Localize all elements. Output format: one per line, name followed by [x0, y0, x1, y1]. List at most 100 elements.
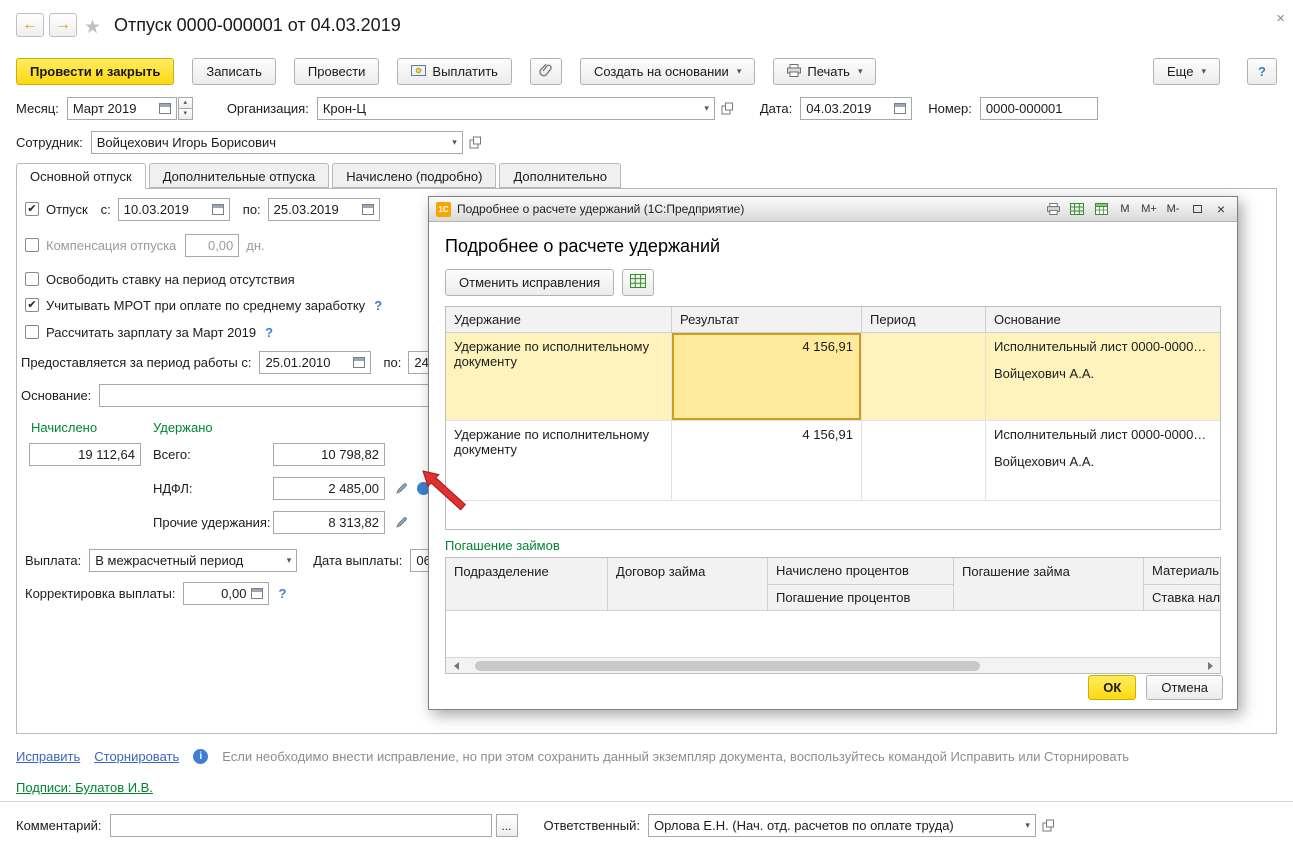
employee-input[interactable]: Войцехович Игорь Борисович ▾: [91, 131, 463, 154]
print-icon[interactable]: [1044, 201, 1062, 218]
compensation-input[interactable]: 0,00: [185, 234, 239, 257]
post-and-close-button[interactable]: Провести и закрыть: [16, 58, 174, 85]
calendar-grid-icon[interactable]: [1092, 201, 1110, 218]
favorite-star-icon[interactable]: ★: [84, 16, 101, 39]
memory-m-button[interactable]: M: [1116, 201, 1134, 218]
calc-salary-help-link[interactable]: ?: [265, 325, 273, 340]
result-cell-selected[interactable]: 4 156,91: [672, 333, 862, 421]
basis-input[interactable]: [99, 384, 431, 407]
column-header[interactable]: Основание: [986, 307, 1220, 333]
ndfl-input[interactable]: 2 485,00: [273, 477, 385, 500]
tab-additional-vacations[interactable]: Дополнительные отпуска: [149, 163, 330, 188]
accrued-input[interactable]: 19 112,64: [29, 443, 141, 466]
back-button[interactable]: ←: [16, 13, 44, 37]
vacation-checkbox[interactable]: ✔: [25, 202, 39, 216]
calc-salary-checkbox[interactable]: [25, 325, 39, 339]
recalc-table-button[interactable]: [622, 269, 654, 296]
responsible-input[interactable]: Орлова Е.Н. (Нач. отд. расчетов по оплат…: [648, 814, 1036, 837]
period-cell[interactable]: [862, 421, 986, 501]
signatures-link[interactable]: Подписи: Булатов И.В.: [16, 780, 153, 795]
tab-accrued-detail[interactable]: Начислено (подробно): [332, 163, 496, 188]
period-cell[interactable]: [862, 333, 986, 421]
deduction-cell[interactable]: Удержание по исполнительному документу: [446, 421, 672, 501]
calendar-icon[interactable]: [212, 204, 224, 215]
column-header[interactable]: Начислено процентов: [768, 558, 953, 585]
ok-button[interactable]: ОК: [1088, 675, 1136, 700]
open-organization-icon[interactable]: [721, 102, 734, 115]
calendar-icon[interactable]: [362, 204, 374, 215]
scrollbar-thumb[interactable]: [475, 661, 980, 671]
loans-table-body[interactable]: [446, 611, 1220, 657]
release-rate-checkbox[interactable]: [25, 272, 39, 286]
dialog-titlebar[interactable]: 1С Подробнее о расчете удержаний (1С:Пре…: [429, 197, 1237, 222]
create-on-basis-button[interactable]: Создать на основании ▾: [580, 58, 755, 85]
edit-pencil-icon[interactable]: [395, 516, 408, 529]
dialog-close-icon[interactable]: ×: [1212, 201, 1230, 218]
vacation-to-input[interactable]: 25.03.2019: [268, 198, 380, 221]
column-header[interactable]: Договор займа: [608, 558, 768, 610]
chevron-down-icon[interactable]: ▾: [1025, 820, 1030, 831]
month-stepper[interactable]: ▴ ▾: [178, 97, 193, 120]
column-header[interactable]: Результат: [672, 307, 862, 333]
basis-cell[interactable]: Исполнительный лист 0000-0000… Войцехови…: [986, 421, 1220, 501]
result-cell[interactable]: 4 156,91: [672, 421, 862, 501]
month-input[interactable]: Март 2019: [67, 97, 177, 120]
spinner-down-icon[interactable]: ▾: [178, 108, 193, 120]
chevron-down-icon[interactable]: ▾: [287, 555, 292, 566]
open-responsible-icon[interactable]: [1042, 819, 1055, 832]
form-close-icon[interactable]: ×: [1276, 10, 1285, 27]
attachments-button[interactable]: [530, 58, 562, 85]
comment-more-button[interactable]: ...: [496, 814, 518, 837]
organization-input[interactable]: Крон-Ц ▾: [317, 97, 715, 120]
fix-link[interactable]: Исправить: [16, 749, 80, 764]
edit-pencil-icon[interactable]: [395, 482, 408, 495]
other-deductions-input[interactable]: 8 313,82: [273, 511, 385, 534]
scroll-right-icon[interactable]: [1203, 660, 1217, 672]
reverse-link[interactable]: Сторнировать: [94, 749, 179, 764]
table-row[interactable]: Удержание по исполнительному документу 4…: [446, 421, 1220, 501]
tab-main-vacation[interactable]: Основной отпуск: [16, 163, 146, 189]
vacation-from-input[interactable]: 10.03.2019: [118, 198, 230, 221]
pay-button[interactable]: Выплатить: [397, 58, 512, 85]
adjustment-input[interactable]: 0,00: [183, 582, 269, 605]
column-header[interactable]: Погашение процентов: [768, 585, 953, 611]
mrot-checkbox[interactable]: ✔: [25, 298, 39, 312]
post-button[interactable]: Провести: [294, 58, 380, 85]
calendar-icon[interactable]: [159, 103, 171, 114]
chevron-down-icon[interactable]: ▾: [452, 137, 457, 148]
column-header[interactable]: Подразделение: [446, 558, 608, 610]
mrot-help-link[interactable]: ?: [374, 298, 382, 313]
deduction-cell[interactable]: Удержание по исполнительному документу: [446, 333, 672, 421]
adjustment-help-link[interactable]: ?: [278, 586, 286, 601]
table-icon[interactable]: [1068, 201, 1086, 218]
payment-select[interactable]: В межрасчетный период ▾: [89, 549, 297, 572]
help-button[interactable]: ?: [1247, 58, 1277, 85]
open-employee-icon[interactable]: [469, 136, 482, 149]
tab-additional[interactable]: Дополнительно: [499, 163, 621, 188]
chevron-down-icon[interactable]: ▾: [704, 103, 709, 114]
calendar-icon[interactable]: [894, 103, 906, 114]
basis-cell[interactable]: Исполнительный лист 0000-0000… Войцехови…: [986, 333, 1220, 421]
column-header[interactable]: Удержание: [446, 307, 672, 333]
total-input[interactable]: 10 798,82: [273, 443, 385, 466]
memory-m-minus-button[interactable]: M-: [1164, 201, 1182, 218]
undo-corrections-button[interactable]: Отменить исправления: [445, 269, 614, 296]
calendar-icon[interactable]: [353, 357, 365, 368]
save-button[interactable]: Записать: [192, 58, 276, 85]
compensation-checkbox[interactable]: [25, 238, 39, 252]
horizontal-scrollbar[interactable]: [446, 657, 1220, 673]
calendar-icon[interactable]: [251, 588, 263, 599]
number-input[interactable]: 0000-000001: [980, 97, 1098, 120]
maximize-icon[interactable]: [1188, 201, 1206, 218]
date-input[interactable]: 04.03.2019: [800, 97, 912, 120]
table-row[interactable]: Удержание по исполнительному документу 4…: [446, 333, 1220, 421]
forward-button[interactable]: →: [49, 13, 77, 37]
column-header[interactable]: Материаль: [1144, 558, 1220, 585]
work-period-from-input[interactable]: 25.01.2010: [259, 351, 371, 374]
comment-input[interactable]: [110, 814, 492, 837]
print-button[interactable]: Печать ▾: [773, 58, 876, 85]
cancel-button[interactable]: Отмена: [1146, 675, 1223, 700]
scroll-left-icon[interactable]: [449, 660, 463, 672]
column-header[interactable]: Ставка нал: [1144, 585, 1220, 611]
column-header[interactable]: Погашение займа: [954, 558, 1144, 610]
